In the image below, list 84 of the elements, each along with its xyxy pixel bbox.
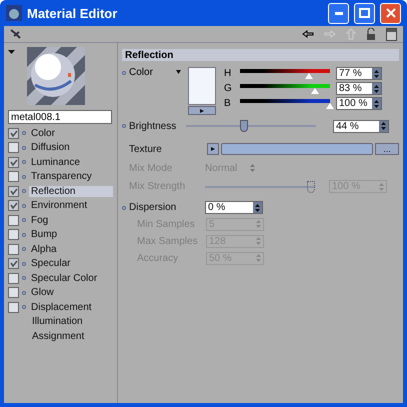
maximize-icon bbox=[359, 8, 370, 18]
dot-icon bbox=[22, 305, 26, 310]
checkbox[interactable] bbox=[8, 200, 19, 212]
browse-button[interactable]: ... bbox=[375, 143, 399, 155]
dot-icon bbox=[22, 174, 26, 179]
window-title: Material Editor bbox=[27, 6, 118, 20]
channel-item[interactable]: Glow bbox=[29, 287, 56, 298]
channel-item[interactable]: Reflection bbox=[29, 186, 113, 197]
close-button[interactable] bbox=[380, 2, 401, 24]
dispersion-label: Dispersion bbox=[129, 202, 178, 213]
channel-item[interactable]: Environment bbox=[29, 200, 90, 212]
dot-icon bbox=[22, 218, 26, 222]
checkbox[interactable] bbox=[8, 156, 19, 168]
dot-icon bbox=[22, 290, 26, 295]
dot-icon bbox=[22, 204, 26, 208]
panel-icon[interactable] bbox=[386, 28, 397, 40]
play-icon bbox=[200, 108, 204, 112]
dot-icon bbox=[22, 131, 26, 136]
channel-item[interactable]: Transparency bbox=[29, 171, 94, 182]
channel-item[interactable]: Color bbox=[29, 128, 57, 139]
channel-item[interactable]: Assignment bbox=[30, 330, 86, 342]
checkbox[interactable] bbox=[8, 258, 19, 270]
color-swatch[interactable] bbox=[188, 67, 216, 105]
channel-item[interactable]: Illumination bbox=[30, 316, 85, 328]
checkbox[interactable] bbox=[8, 128, 19, 139]
checkbox[interactable] bbox=[8, 287, 19, 298]
minimize-icon bbox=[334, 12, 342, 14]
checkbox[interactable] bbox=[8, 229, 19, 240]
checkbox[interactable] bbox=[8, 171, 19, 182]
spinner-icon[interactable] bbox=[372, 83, 381, 94]
value-field[interactable]: 100 % bbox=[336, 97, 382, 110]
dot-icon bbox=[122, 206, 126, 210]
checkbox[interactable] bbox=[8, 244, 19, 255]
checkbox[interactable] bbox=[8, 302, 19, 313]
texture-menu-button[interactable] bbox=[207, 143, 219, 155]
dot-icon bbox=[22, 232, 26, 237]
channel-item[interactable]: Diffusion bbox=[29, 142, 72, 154]
close-icon bbox=[386, 8, 396, 18]
channel-item[interactable]: Specular bbox=[29, 258, 72, 270]
channel-item[interactable]: Specular Color bbox=[29, 272, 100, 284]
slider-thumb[interactable] bbox=[240, 120, 248, 132]
brightness-label: Brightness bbox=[129, 120, 178, 132]
channel-item[interactable]: Displacement bbox=[29, 302, 94, 313]
play-icon bbox=[211, 147, 215, 151]
value-field[interactable]: 83 % bbox=[336, 82, 382, 95]
back-arrow-icon[interactable] bbox=[302, 30, 314, 38]
channel-label: B bbox=[224, 98, 232, 109]
dot-icon bbox=[22, 247, 26, 252]
spinner-icon[interactable] bbox=[372, 68, 381, 79]
checkbox[interactable] bbox=[8, 186, 19, 197]
material-name-field[interactable]: metal008.1 bbox=[8, 110, 112, 124]
value-field[interactable]: 44 % bbox=[333, 120, 389, 132]
channel-item[interactable]: Bump bbox=[29, 229, 60, 240]
channel-label: G bbox=[224, 83, 233, 94]
checkbox[interactable] bbox=[8, 142, 19, 154]
dot-icon bbox=[22, 146, 26, 150]
dot-icon bbox=[22, 276, 26, 280]
texture-field[interactable] bbox=[221, 143, 373, 155]
channel-item[interactable]: Fog bbox=[29, 214, 50, 226]
dot-icon bbox=[122, 71, 126, 75]
channel-item[interactable]: Luminance bbox=[29, 156, 82, 168]
swatch-button[interactable] bbox=[188, 106, 216, 115]
value-field[interactable]: 0 % bbox=[205, 201, 263, 214]
spinner-icon[interactable] bbox=[372, 98, 381, 109]
minimize-button[interactable] bbox=[328, 2, 349, 24]
material-preview bbox=[27, 47, 85, 105]
checkbox[interactable] bbox=[8, 214, 19, 226]
channel-label: H bbox=[224, 68, 232, 79]
dot-icon bbox=[22, 262, 26, 266]
value-field[interactable]: 77 % bbox=[336, 67, 382, 80]
section-header: Reflection bbox=[122, 49, 399, 61]
checkbox[interactable] bbox=[8, 272, 19, 284]
dropdown-arrow-icon[interactable] bbox=[176, 70, 181, 74]
texture-label: Texture bbox=[129, 144, 163, 154]
dropdown-arrow-icon[interactable] bbox=[8, 50, 15, 55]
spinner-icon[interactable] bbox=[379, 120, 388, 132]
dot-icon bbox=[122, 124, 126, 128]
dot-icon bbox=[22, 189, 26, 194]
spinner-icon[interactable] bbox=[253, 202, 262, 213]
color-label: Color bbox=[129, 67, 154, 78]
channel-item[interactable]: Alpha bbox=[29, 244, 59, 255]
dot-icon bbox=[22, 160, 26, 164]
lock-icon[interactable] bbox=[366, 28, 376, 40]
maximize-button[interactable] bbox=[354, 2, 375, 24]
